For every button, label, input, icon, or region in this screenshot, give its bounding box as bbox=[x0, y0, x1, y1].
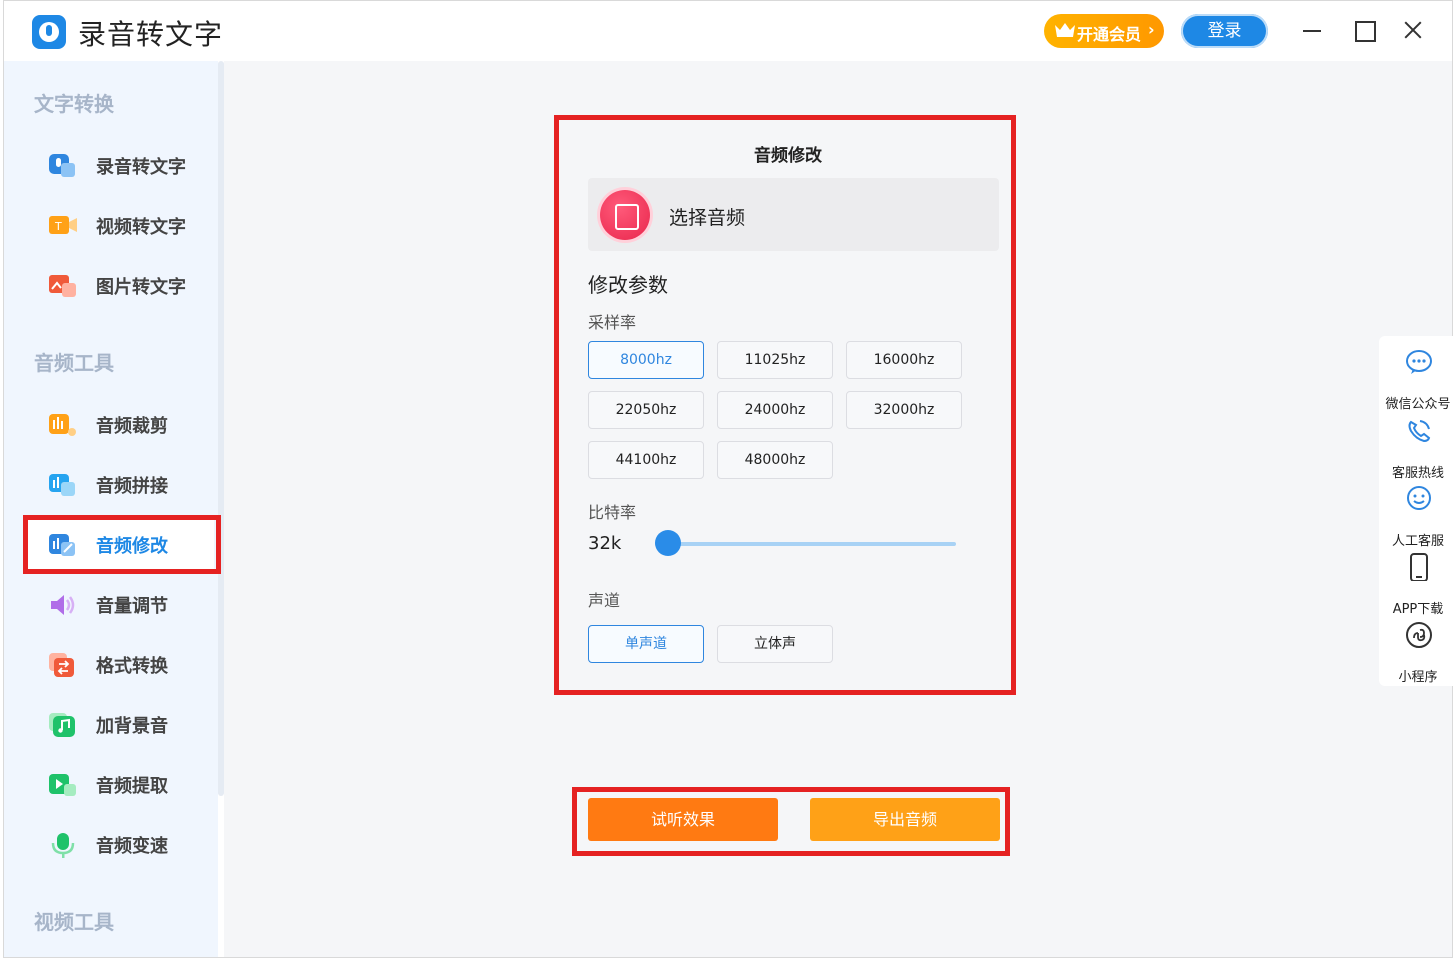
vip-label: 开通会员 bbox=[1077, 25, 1142, 44]
rightbar-item-label: 小程序 bbox=[1398, 670, 1438, 685]
rightbar-item-live-support[interactable]: 人工客服 bbox=[1379, 485, 1455, 549]
sidebar-item-audio-speed[interactable]: 音频变速 bbox=[24, 819, 214, 871]
phone-icon bbox=[1408, 420, 1431, 443]
settings-sliders-icon bbox=[600, 190, 650, 240]
sidebar-item-audio-extract[interactable]: 音频提取 bbox=[24, 759, 214, 811]
sample-rate-option-32000[interactable]: 32000hz bbox=[846, 391, 962, 429]
chevron-right-icon: › bbox=[1148, 20, 1155, 39]
sample-rate-option-48000[interactable]: 48000hz bbox=[717, 441, 833, 479]
rightbar-item-label: 人工客服 bbox=[1391, 534, 1444, 549]
rightbar-item-label: 微信公众号 bbox=[1385, 397, 1451, 412]
sidebar-item-label: 音量调节 bbox=[96, 596, 168, 617]
sidebar-item-label: 格式转换 bbox=[96, 656, 168, 677]
rightbar-item-label: 客服热线 bbox=[1391, 466, 1444, 481]
video-to-text-icon: T bbox=[49, 216, 77, 234]
bitrate-slider-handle[interactable] bbox=[655, 530, 681, 556]
mobile-icon bbox=[1410, 553, 1428, 581]
format-convert-icon bbox=[49, 653, 74, 677]
sidebar-item-label: 音频修改 bbox=[96, 536, 168, 557]
preview-button[interactable]: 试听效果 bbox=[588, 798, 778, 841]
sidebar: 文字转换 录音转文字 T 视频转文字 图片转文字 音频工具 音频裁剪 音频拼接 … bbox=[4, 61, 218, 957]
section-title-text: 音频工具 bbox=[34, 351, 114, 375]
login-button[interactable]: 登录 bbox=[1181, 14, 1268, 48]
sample-rate-option-22050[interactable]: 22050hz bbox=[588, 391, 704, 429]
audio-to-text-icon bbox=[49, 154, 75, 177]
sidebar-item-audio-join[interactable]: 音频拼接 bbox=[24, 459, 214, 511]
sidebar-item-volume[interactable]: 音量调节 bbox=[24, 579, 214, 631]
app-logo-icon bbox=[32, 15, 66, 49]
title-bar: 录音转文字 开通会员 › 登录 bbox=[4, 1, 1452, 61]
rightbar-item-label: APP下载 bbox=[1392, 602, 1444, 617]
sidebar-item-label: 录音转文字 bbox=[96, 157, 186, 178]
chat-support-icon bbox=[1407, 486, 1431, 510]
vip-button[interactable]: 开通会员 › bbox=[1044, 14, 1164, 48]
app-window: 录音转文字 开通会员 › 登录 文字转换 录音转文字 T 视频转文字 图片转文字… bbox=[3, 0, 1455, 958]
audio-speed-icon bbox=[51, 833, 75, 858]
channel-option-stereo[interactable]: 立体声 bbox=[717, 625, 833, 663]
audio-edit-panel: 音频修改 选择音频 修改参数 采样率 8000hz 11025hz 16000h… bbox=[563, 121, 1013, 689]
sidebar-item-format-convert[interactable]: 格式转换 bbox=[24, 639, 214, 691]
sidebar-item-audio-to-text[interactable]: 录音转文字 bbox=[24, 140, 214, 192]
background-music-icon bbox=[49, 713, 75, 737]
app-title: 录音转文字 bbox=[78, 18, 224, 51]
sidebar-item-label: 音频变速 bbox=[96, 836, 168, 857]
svg-text:T: T bbox=[54, 220, 62, 233]
sidebar-item-label: 图片转文字 bbox=[96, 277, 186, 298]
right-toolbar: 微信公众号 客服热线 人工客服 APP下载 小程序 bbox=[1379, 336, 1455, 686]
sidebar-item-label: 音频裁剪 bbox=[96, 416, 168, 437]
sample-rate-option-16000[interactable]: 16000hz bbox=[846, 341, 962, 379]
bitrate-value: 32k bbox=[588, 533, 622, 554]
audio-edit-icon bbox=[49, 534, 75, 556]
crown-icon bbox=[1055, 23, 1075, 37]
audio-cut-icon bbox=[49, 414, 76, 436]
audio-extract-icon bbox=[49, 774, 76, 796]
sample-rate-option-8000[interactable]: 8000hz bbox=[588, 341, 704, 379]
sidebar-item-label: 音频提取 bbox=[96, 776, 168, 797]
bitrate-label: 比特率 bbox=[588, 503, 637, 522]
maximize-button[interactable] bbox=[1351, 17, 1377, 43]
channel-label: 声道 bbox=[588, 591, 621, 610]
rightbar-item-app-download[interactable]: APP下载 bbox=[1379, 553, 1455, 617]
choose-audio-button[interactable]: 选择音频 bbox=[588, 178, 999, 251]
sidebar-item-label: 音频拼接 bbox=[96, 476, 168, 497]
sidebar-item-audio-cut[interactable]: 音频裁剪 bbox=[24, 399, 214, 451]
sidebar-item-background-music[interactable]: 加背景音 bbox=[24, 699, 214, 751]
section-title-text: 视频工具 bbox=[34, 910, 114, 934]
panel-title: 音频修改 bbox=[754, 146, 822, 166]
rightbar-item-wechat[interactable]: 微信公众号 bbox=[1379, 348, 1455, 412]
params-title: 修改参数 bbox=[588, 273, 668, 297]
choose-audio-label: 选择音频 bbox=[669, 207, 746, 229]
sidebar-item-audio-edit[interactable]: 音频修改 bbox=[24, 519, 214, 571]
close-button[interactable] bbox=[1400, 17, 1426, 43]
image-to-text-icon bbox=[49, 275, 76, 297]
sidebar-item-label: 视频转文字 bbox=[96, 217, 186, 238]
volume-icon bbox=[51, 595, 75, 615]
minimize-button[interactable] bbox=[1300, 17, 1326, 43]
bitrate-slider-track[interactable] bbox=[655, 542, 956, 546]
sample-rate-option-11025[interactable]: 11025hz bbox=[717, 341, 833, 379]
wechat-icon bbox=[1406, 350, 1432, 374]
sample-rate-option-44100[interactable]: 44100hz bbox=[588, 441, 704, 479]
rightbar-item-mini-program[interactable]: 小程序 bbox=[1379, 621, 1455, 685]
sidebar-item-video-to-text[interactable]: T 视频转文字 bbox=[24, 200, 214, 252]
channel-option-mono[interactable]: 单声道 bbox=[588, 625, 704, 663]
rightbar-item-hotline[interactable]: 客服热线 bbox=[1379, 417, 1455, 481]
export-button[interactable]: 导出音频 bbox=[810, 798, 1000, 841]
sidebar-item-label: 加背景音 bbox=[96, 716, 168, 737]
audio-join-icon bbox=[49, 474, 75, 496]
sidebar-item-image-to-text[interactable]: 图片转文字 bbox=[24, 260, 214, 312]
sample-rate-option-24000[interactable]: 24000hz bbox=[717, 391, 833, 429]
main-content: 音频修改 选择音频 修改参数 采样率 8000hz 11025hz 16000h… bbox=[224, 61, 1452, 957]
section-title-text: 文字转换 bbox=[34, 92, 114, 116]
mini-program-icon bbox=[1406, 622, 1432, 648]
sample-rate-label: 采样率 bbox=[588, 313, 637, 332]
